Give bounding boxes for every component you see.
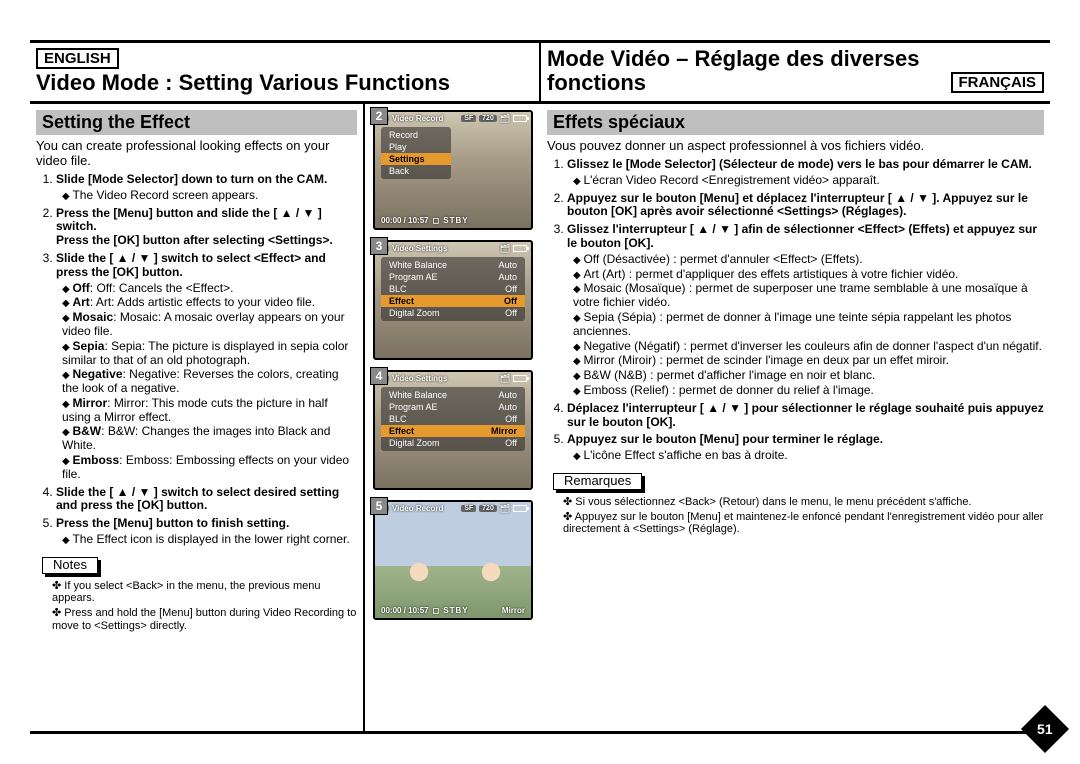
battery-icon: [513, 115, 527, 122]
r-eff-negative: Negative (Négatif) : permet d'inverser l…: [573, 340, 1044, 354]
shot2-status: STBY: [443, 216, 468, 225]
shot5-effect: Mirror: [502, 606, 525, 615]
r-step5: Appuyez sur le bouton [Menu] pour termin…: [567, 432, 883, 446]
notes-box-left: Notes: [42, 557, 98, 574]
screenshot-num-3: 3: [370, 237, 388, 255]
note-l2: Press and hold the [Menu] button during …: [52, 607, 357, 632]
eff-negative: Negative: Negative: Reverses the colors,…: [62, 368, 357, 396]
screenshot-3: 3 🎥 Video Settings 🗂 White BalanceAuto P…: [373, 240, 533, 360]
memory-icon: 🗂: [500, 504, 510, 513]
shot5-title: Video Record: [392, 504, 443, 513]
menu-record: Record: [381, 129, 451, 141]
r-eff-art: Art (Art) : permet d'appliquer des effet…: [573, 268, 1044, 282]
shot3-title: Video Settings: [392, 244, 447, 253]
r-eff-off: Off (Désactivée) : permet d'annuler <Eff…: [573, 253, 1044, 267]
eff-mirror: Mirror: Mirror: This mode cuts the pictu…: [62, 397, 357, 425]
notes-right: Si vous sélectionnez <Back> (Retour) dan…: [547, 496, 1044, 536]
screenshot-num-2: 2: [370, 107, 388, 125]
screenshot-strip: 2 🎥 Video Record SF 720 🗂 Record Play: [365, 104, 541, 731]
r-step1-sub: L'écran Video Record <Enregistrement vid…: [573, 174, 1044, 188]
shot5-time: 00:00 / 10:57: [381, 606, 429, 615]
r-step4: Déplacez l'interrupteur [ ▲ / ▼ ] pour s…: [567, 401, 1044, 429]
step5: Press the [Menu] button to finish settin…: [56, 516, 289, 530]
intro-left: You can create professional looking effe…: [36, 139, 357, 169]
stop-icon: [433, 606, 440, 615]
step5-sub: The Effect icon is displayed in the lowe…: [62, 533, 357, 547]
note-r2: Appuyez sur le bouton [Menu] et maintene…: [563, 511, 1044, 536]
shot2-time: 00:00 / 10:57: [381, 216, 429, 225]
r-step2: Appuyez sur le bouton [Menu] et déplacez…: [567, 191, 1028, 219]
page-title-right: Mode Vidéo – Réglage des diverses foncti…: [547, 47, 943, 95]
r-step5-sub: L'icône Effect s'affiche en bas à droite…: [573, 449, 1044, 463]
r-eff-mirror: Mirror (Miroir) : permet de scinder l'im…: [573, 354, 1044, 368]
note-l1: If you select <Back> in the menu, the pr…: [52, 580, 357, 605]
shot2-size: 720: [479, 115, 497, 122]
r-eff-emboss: Emboss (Relief) : permet de donner du re…: [573, 384, 1044, 398]
shot5-status: STBY: [443, 606, 468, 615]
battery-icon: [513, 375, 527, 382]
step4: Slide the [ ▲ / ▼ ] switch to select des…: [56, 485, 339, 513]
col-english: Setting the Effect You can create profes…: [30, 104, 365, 731]
eff-mosaic: Mosaic: Mosaic: A mosaic overlay appears…: [62, 311, 357, 339]
r-eff-mosaic: Mosaic (Mosaïque) : permet de superposer…: [573, 282, 1044, 310]
steps-right: Glissez le [Mode Selector] (Sélecteur de…: [547, 158, 1044, 463]
eff-art: Art: Art: Adds artistic effects to your …: [62, 296, 357, 310]
r-eff-sepia: Sepia (Sépia) : permet de donner à l'ima…: [573, 311, 1044, 339]
steps-left: Slide [Mode Selector] down to turn on th…: [36, 173, 357, 547]
memory-icon: 🗂: [500, 244, 510, 253]
battery-icon: [513, 245, 527, 252]
lang-tag-francais: FRANÇAIS: [951, 72, 1045, 93]
shot5-size: 720: [479, 505, 497, 512]
screenshot-num-5: 5: [370, 497, 388, 515]
screenshot-2: 2 🎥 Video Record SF 720 🗂 Record Play: [373, 110, 533, 230]
shot5-sf: SF: [461, 505, 476, 512]
page-number: 51: [1037, 721, 1053, 737]
section-right: Effets spéciaux: [547, 110, 1044, 135]
eff-bw: B&W: B&W: Changes the images into Black …: [62, 425, 357, 453]
menu-play: Play: [381, 141, 451, 153]
intro-right: Vous pouvez donner un aspect professionn…: [547, 139, 1044, 154]
notes-box-right: Remarques: [553, 473, 642, 490]
eff-emboss: Emboss: Emboss: Embossing effects on you…: [62, 454, 357, 482]
r-eff-bw: B&W (N&B) : permet d'afficher l'image en…: [573, 369, 1044, 383]
note-r1: Si vous sélectionnez <Back> (Retour) dan…: [563, 496, 1044, 509]
r-step3: Glissez l'interrupteur [ ▲ / ▼ ] afin de…: [567, 222, 1037, 250]
menu-back: Back: [381, 165, 451, 177]
step1-sub: The Video Record screen appears.: [62, 189, 357, 203]
step1: Slide [Mode Selector] down to turn on th…: [56, 172, 327, 186]
shot3-menu: White BalanceAuto Program AEAuto BLCOff …: [381, 257, 525, 321]
notes-left: If you select <Back> in the menu, the pr…: [36, 580, 357, 633]
section-left: Setting the Effect: [36, 110, 357, 135]
shot4-title: Video Settings: [392, 374, 447, 383]
memory-icon: 🗂: [500, 114, 510, 123]
col-francais: Effets spéciaux Vous pouvez donner un as…: [541, 104, 1050, 731]
shot2-title: Video Record: [392, 114, 443, 123]
r-step1: Glissez le [Mode Selector] (Sélecteur de…: [567, 157, 1032, 171]
body-columns: Setting the Effect You can create profes…: [30, 104, 1050, 731]
page-title-left: Video Mode : Setting Various Functions: [36, 71, 533, 95]
step2: Press the [Menu] button and slide the [ …: [56, 206, 333, 248]
stop-icon: [433, 216, 440, 225]
screenshot-5: 5 🎥 Video Record SF 720 🗂 00:00 / 10:57: [373, 500, 533, 620]
eff-sepia: Sepia: Sepia: The picture is displayed i…: [62, 340, 357, 368]
shot4-menu: White BalanceAuto Program AEAuto BLCOff …: [381, 387, 525, 451]
title-row: ENGLISH Video Mode : Setting Various Fun…: [30, 43, 1050, 104]
menu-settings: Settings: [381, 153, 451, 165]
mirror-photo-bg: [375, 502, 531, 618]
battery-icon: [513, 505, 527, 512]
screenshot-4: 4 🎥 Video Settings 🗂 White BalanceAuto P…: [373, 370, 533, 490]
step3: Slide the [ ▲ / ▼ ] switch to select <Ef…: [56, 251, 326, 279]
shot2-sf: SF: [461, 115, 476, 122]
memory-icon: 🗂: [500, 374, 510, 383]
lang-tag-english: ENGLISH: [36, 48, 119, 69]
screenshot-num-4: 4: [370, 367, 388, 385]
page-frame: ENGLISH Video Mode : Setting Various Fun…: [30, 40, 1050, 734]
eff-off: Off: Off: Cancels the <Effect>.: [62, 282, 357, 296]
